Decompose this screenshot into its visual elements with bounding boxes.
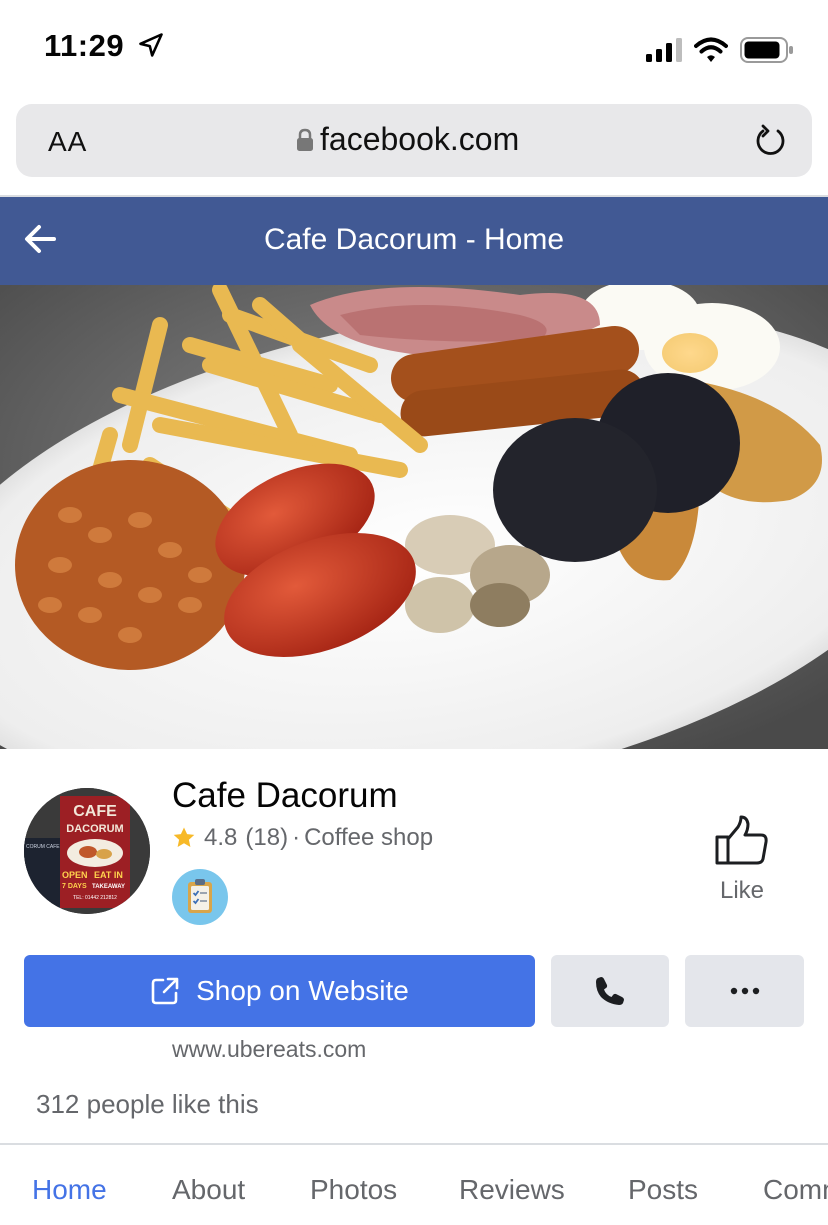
website-host[interactable]: www.ubereats.com	[172, 1036, 366, 1063]
shop-button-label: Shop on Website	[196, 975, 409, 1006]
like-label[interactable]: Like	[704, 877, 780, 905]
phone-icon	[596, 977, 624, 1005]
tabs-divider	[0, 1143, 828, 1145]
signal-icon	[646, 38, 682, 62]
page-tabs: Home About Photos Reviews Posts Comm	[0, 1160, 828, 1220]
wifi-icon	[694, 37, 728, 62]
avatar-sign-side: CORUM CAFE	[26, 844, 60, 850]
fb-header: Cafe Dacorum - Home	[0, 197, 828, 285]
clipboard-badge-icon	[188, 879, 212, 913]
battery-icon	[740, 37, 793, 63]
review-count: (18)	[245, 824, 289, 851]
avatar-sign-takeaway: TAKEAWAY	[92, 884, 125, 890]
avatar-sign-open: OPEN	[62, 870, 88, 880]
shop-on-website-button[interactable]: Shop on Website	[24, 955, 535, 1027]
status-time-text: 11:29	[44, 28, 125, 63]
url-text: facebook.com	[320, 121, 520, 157]
rating-separator: ·	[292, 824, 301, 851]
url-display[interactable]: facebook.com	[296, 121, 519, 158]
likes-count[interactable]: 312 people like this	[36, 1089, 259, 1120]
page-badge[interactable]	[172, 869, 228, 925]
more-icon	[730, 987, 759, 995]
rating-value: 4.8	[204, 824, 238, 851]
like-button[interactable]	[714, 815, 770, 872]
avatar-image: CAFE DACORUM OPEN EAT IN 7 DAYS TAKEAWAY…	[24, 788, 150, 914]
avatar-sign-cafe: CAFE	[73, 803, 117, 820]
text-size-button[interactable]: AA	[48, 126, 87, 158]
reload-button[interactable]	[754, 122, 788, 165]
tab-posts[interactable]: Posts	[628, 1174, 698, 1206]
address-bar[interactable]: AA facebook.com	[16, 104, 812, 177]
star-icon	[173, 827, 195, 847]
call-button[interactable]	[551, 955, 669, 1027]
reload-icon	[756, 124, 785, 155]
tab-home[interactable]: Home	[32, 1174, 107, 1206]
cover-photo[interactable]	[0, 285, 828, 749]
avatar-sign-days: 7 DAYS	[62, 883, 87, 890]
rating-row[interactable]: 4.8 (18) · Coffee shop	[172, 824, 433, 852]
avatar-sign-tel: TEL: 01442 212812	[73, 895, 117, 901]
tab-reviews[interactable]: Reviews	[459, 1174, 565, 1206]
page-category: Coffee shop	[304, 824, 434, 851]
avatar-sign-dacorum: DACORUM	[66, 823, 123, 835]
thumbs-up-icon	[715, 815, 768, 865]
avatar-sign-eat-in: EAT IN	[94, 870, 123, 880]
cover-image	[0, 285, 828, 749]
text-size-label: AA	[48, 126, 88, 157]
lock-icon	[297, 128, 313, 151]
tab-about[interactable]: About	[172, 1174, 245, 1206]
tab-community[interactable]: Comm	[763, 1174, 828, 1206]
external-link-icon	[151, 977, 179, 1005]
more-button[interactable]	[685, 955, 804, 1027]
status-icons	[646, 34, 794, 66]
page-avatar[interactable]: CAFE DACORUM OPEN EAT IN 7 DAYS TAKEAWAY…	[24, 788, 150, 914]
status-time: 11:29	[44, 28, 165, 64]
header-title: Cafe Dacorum - Home	[263, 223, 565, 256]
location-arrow-icon	[139, 33, 163, 57]
tab-photos[interactable]: Photos	[310, 1174, 397, 1206]
page-name: Cafe Dacorum	[172, 776, 398, 815]
